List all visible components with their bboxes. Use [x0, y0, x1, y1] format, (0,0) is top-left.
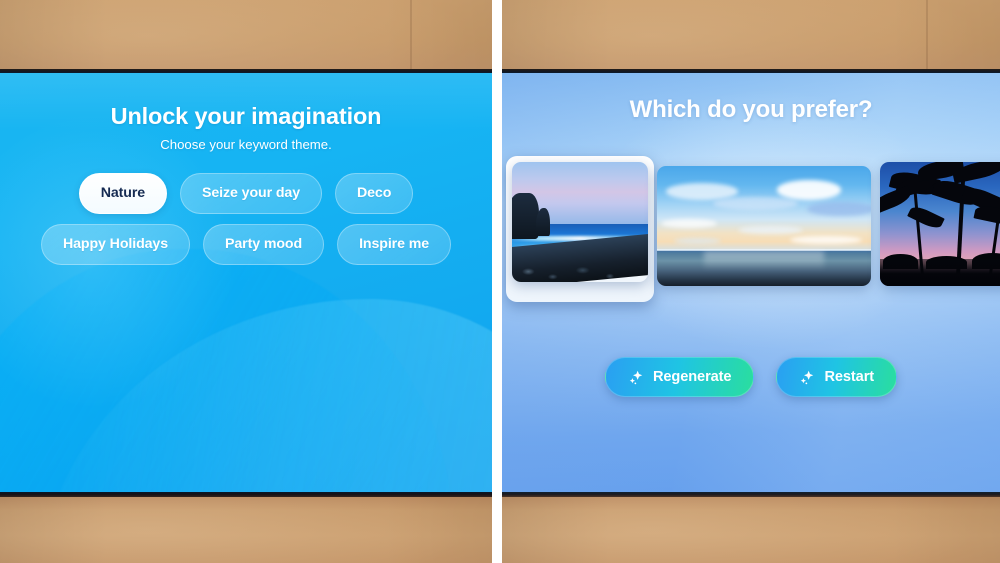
wallpaper-thumbnail-palms: [880, 162, 1000, 286]
ground-layer: [880, 258, 1000, 286]
keyword-chip-seize-your-day[interactable]: Seize your day: [180, 172, 322, 214]
cloud: [789, 235, 863, 244]
wall-below-tv-right: [502, 495, 1000, 563]
wall-seam-line: [926, 0, 928, 72]
cloud: [776, 180, 842, 200]
tv-bezel-bottom-left: [0, 492, 492, 497]
wall-above-tv-left: [0, 0, 492, 72]
keyword-chip-nature[interactable]: Nature: [78, 172, 168, 214]
keyword-chip-group: Nature Seize your day Deco Happy Holiday…: [36, 172, 456, 265]
keyword-theme-screen: Unlock your imagination Choose your keyw…: [0, 72, 492, 493]
keyword-chip-inspire-me[interactable]: Inspire me: [337, 223, 452, 265]
wallpaper-option-3[interactable]: [880, 162, 1000, 286]
rock-formation: [536, 207, 551, 237]
keyword-chip-party-mood[interactable]: Party mood: [203, 223, 325, 265]
wall-below-tv-left: [0, 495, 492, 563]
keyword-chip-deco[interactable]: Deco: [335, 172, 414, 214]
keyword-chip-row-1: Nature Seize your day Deco: [36, 172, 456, 214]
tv-bezel-bottom-right: [502, 492, 1000, 497]
wall-above-tv-right: [502, 0, 1000, 72]
regenerate-button-label: Regenerate: [652, 369, 732, 385]
wall-shading: [0, 495, 492, 563]
wallpaper-thumbnail-clouds: [657, 166, 871, 286]
keyword-chip-row-2: Happy Holidays Party mood Inspire me: [36, 223, 456, 265]
cloud: [674, 238, 722, 244]
tv-bezel-top-right: [502, 69, 1000, 73]
right-photo-panel: Which do you prefer? Regenerate Restart: [502, 0, 1000, 563]
water-shimmer: [704, 251, 824, 271]
wallpaper-option-2[interactable]: [657, 166, 871, 286]
action-button-row: Regenerate Restart: [502, 357, 1000, 397]
sparkle-icon: [628, 369, 645, 386]
preference-screen: Which do you prefer? Regenerate Restart: [502, 72, 1000, 493]
regenerate-button[interactable]: Regenerate: [604, 357, 755, 397]
tv-bezel-top-left: [0, 69, 492, 73]
panel-divider: [492, 0, 502, 563]
page-title: Which do you prefer?: [629, 96, 873, 123]
restart-button[interactable]: Restart: [776, 357, 898, 397]
rock-formation: [512, 193, 540, 239]
page-title: Unlock your imagination: [110, 103, 382, 129]
wallpaper-option-1[interactable]: [512, 162, 648, 282]
tv-screen-right: Which do you prefer? Regenerate Restart: [502, 72, 1000, 493]
keyword-chip-happy-holidays[interactable]: Happy Holidays: [40, 223, 191, 265]
tv-screen-left: Unlock your imagination Choose your keyw…: [0, 72, 492, 493]
restart-button-label: Restart: [824, 369, 875, 385]
page-subtitle: Choose your keyword theme.: [160, 136, 332, 152]
wallpaper-thumbnail-beach: [512, 162, 648, 282]
pebble-texture: [512, 255, 648, 282]
left-photo-panel: Unlock your imagination Choose your keyw…: [0, 0, 492, 563]
sparkle-icon: [799, 369, 816, 386]
wall-shading: [0, 0, 492, 72]
cloud: [665, 182, 739, 200]
wallpaper-option-strip: [502, 156, 1000, 306]
wall-seam-line: [410, 0, 412, 72]
screenshot-stage: Unlock your imagination Choose your keyw…: [0, 0, 1000, 563]
wall-shading: [502, 495, 1000, 563]
